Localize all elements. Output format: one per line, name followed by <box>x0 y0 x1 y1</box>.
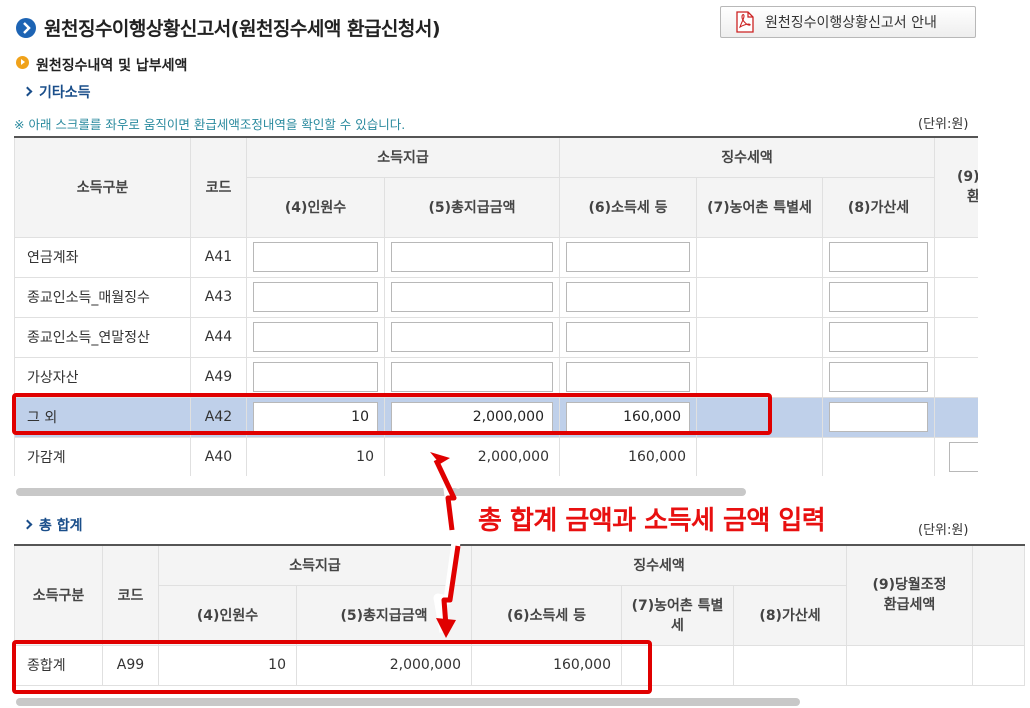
header-penalty: (8)가산세 <box>821 176 936 238</box>
refund-input[interactable] <box>949 442 978 472</box>
subtotal-people: 10 <box>246 436 385 476</box>
highlight-box-other-row <box>12 393 772 435</box>
subtotal-income-tax: 160,000 <box>559 436 697 476</box>
horizontal-scrollbar-total[interactable] <box>16 698 800 706</box>
total-header-category: 소득구분 <box>14 544 103 646</box>
highlight-box-total-row <box>12 640 652 694</box>
row-name: 연금계좌 <box>14 236 191 278</box>
table-row: 연금계좌 A41 <box>14 236 978 278</box>
total-header-refund: (9)당월조정 환급세액 <box>846 544 974 646</box>
row-name: 가상자산 <box>14 356 191 398</box>
header-people: (4)인원수 <box>246 176 385 238</box>
header-refund-partial-1: (9) <box>957 169 978 186</box>
people-input[interactable] <box>253 322 378 352</box>
people-input[interactable] <box>253 282 378 312</box>
total-paid-input[interactable] <box>391 242 553 272</box>
income-tax-input[interactable] <box>566 282 690 312</box>
total-header-extra <box>972 544 1026 646</box>
horizontal-scrollbar[interactable] <box>16 488 746 496</box>
circle-arrow-icon <box>16 18 36 38</box>
section-subtitle: 원천징수내역 및 납부세액 <box>36 58 188 74</box>
total-paid-input[interactable] <box>391 282 553 312</box>
page-title: 원천징수이행상황신고서(원천징수세액 환급신청서) <box>44 18 441 40</box>
orange-bullet-icon <box>16 56 29 69</box>
row-name: 가감계 <box>14 436 191 476</box>
table-row: 종교인소득_매월징수 A43 <box>14 276 978 318</box>
total-paid-input[interactable] <box>391 322 553 352</box>
rural-tax-cell <box>696 316 823 358</box>
penalty-input[interactable] <box>829 242 929 272</box>
penalty-input[interactable] <box>829 282 929 312</box>
penalty-input[interactable] <box>829 322 929 352</box>
refund-cell <box>934 396 978 438</box>
table-row: 종교인소득_연말정산 A44 <box>14 316 978 358</box>
row-code: A40 <box>190 436 247 476</box>
penalty-cell <box>821 436 936 476</box>
penalty-input[interactable] <box>829 402 929 432</box>
link-total-label: 총 합계 <box>39 518 83 534</box>
pdf-icon <box>735 11 755 33</box>
penalty-input[interactable] <box>829 362 929 392</box>
refund-cell <box>934 236 978 278</box>
total-row-penalty <box>732 644 848 686</box>
total-paid-input[interactable] <box>391 362 553 392</box>
income-tax-input[interactable] <box>566 322 690 352</box>
guide-button-label: 원천징수이행상황신고서 안내 <box>765 15 937 31</box>
people-input[interactable] <box>253 362 378 392</box>
link-total[interactable]: 총 합계 <box>22 515 83 535</box>
table-row: 가상자산 A49 <box>14 356 978 398</box>
income-tax-input[interactable] <box>566 362 690 392</box>
row-name: 종교인소득_매월징수 <box>14 276 191 318</box>
header-income-tax: (6)소득세 등 <box>559 176 697 238</box>
guide-button[interactable]: 원천징수이행상황신고서 안내 <box>720 6 976 38</box>
header-category: 소득구분 <box>14 136 191 238</box>
chevron-right-icon <box>22 86 33 97</box>
header-tax-group: 징수세액 <box>558 136 936 178</box>
total-header-rural-tax: (7)농어촌 특별세 <box>621 584 734 646</box>
rural-tax-cell <box>696 356 823 398</box>
rural-tax-cell <box>696 236 823 278</box>
row-code: A49 <box>190 356 247 398</box>
refund-cell <box>934 356 978 398</box>
double-arrow-icon <box>430 451 463 638</box>
total-row-refund <box>846 644 974 686</box>
row-code: A41 <box>190 236 247 278</box>
header-refund-partial: (9) 환 <box>934 136 978 238</box>
row-code: A43 <box>190 276 247 318</box>
refund-cell <box>934 276 978 318</box>
row-name: 종교인소득_연말정산 <box>14 316 191 358</box>
annotation-text: 총 합계 금액과 소득세 금액 입력 <box>478 506 826 536</box>
header-rural-tax: (7)농어촌 특별세 <box>696 176 823 238</box>
total-header-code: 코드 <box>102 544 159 646</box>
header-refund-partial-2: 환 <box>967 189 978 206</box>
unit-label-total: (단위:원) <box>918 523 969 538</box>
table-row-subtotal: 가감계 A40 10 2,000,000 160,000 <box>14 436 978 476</box>
total-header-penalty: (8)가산세 <box>732 584 848 646</box>
people-input[interactable] <box>253 242 378 272</box>
unit-label: (단위:원) <box>918 117 969 132</box>
scroll-note: ※ 아래 스크롤를 좌우로 움직이면 환급세액조정내역을 확인할 수 있습니다. <box>14 117 406 132</box>
rural-tax-cell <box>696 276 823 318</box>
total-row-extra <box>972 644 1026 686</box>
rural-tax-cell <box>696 436 823 476</box>
chevron-right-icon <box>22 519 33 530</box>
link-other-income[interactable]: 기타소득 <box>22 82 91 102</box>
total-header-tax-group: 징수세액 <box>470 544 848 586</box>
total-header-people: (4)인원수 <box>158 584 297 646</box>
row-code: A44 <box>190 316 247 358</box>
income-tax-input[interactable] <box>566 242 690 272</box>
refund-cell <box>934 316 978 358</box>
header-income-group: 소득지급 <box>246 136 560 178</box>
header-code: 코드 <box>190 136 247 238</box>
total-header-income-tax: (6)소득세 등 <box>471 584 622 646</box>
header-total-paid: (5)총지급금액 <box>384 176 560 238</box>
link-other-income-label: 기타소득 <box>39 85 91 101</box>
